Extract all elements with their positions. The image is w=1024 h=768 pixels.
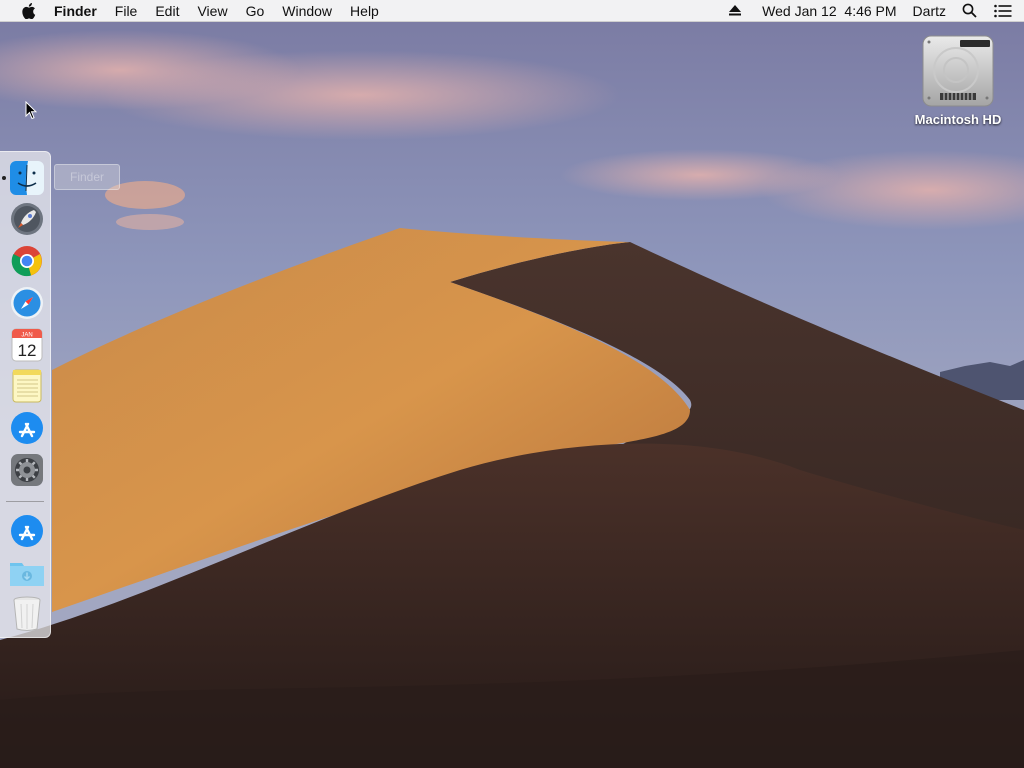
trash-icon xyxy=(13,596,41,631)
apple-menu-icon[interactable] xyxy=(18,0,40,22)
launchpad-rocket-icon xyxy=(11,203,43,235)
menu-go[interactable]: Go xyxy=(237,0,274,22)
desktop-icon-macintosh-hd[interactable]: Macintosh HD xyxy=(902,32,1014,127)
dock-app-store[interactable] xyxy=(9,410,45,446)
eject-icon[interactable] xyxy=(722,0,748,22)
finder-icon xyxy=(10,161,44,195)
menu-window[interactable]: Window xyxy=(273,0,341,22)
dock-safari[interactable] xyxy=(9,285,45,321)
dock-app-store-2[interactable] xyxy=(9,513,45,549)
dock-separator xyxy=(6,501,44,502)
menu-view[interactable]: View xyxy=(188,0,236,22)
menu-help[interactable]: Help xyxy=(341,0,388,22)
menu-app-finder[interactable]: Finder xyxy=(40,0,106,22)
dock-system-preferences[interactable] xyxy=(9,452,45,488)
dock-notes[interactable] xyxy=(9,368,45,404)
desktop-icon-label: Macintosh HD xyxy=(914,112,1002,127)
menu-user[interactable]: Dartz xyxy=(907,0,952,22)
mouse-cursor-icon xyxy=(25,100,38,125)
menu-bar: Finder File Edit View Go Window Help Wed… xyxy=(0,0,1024,22)
dock-launchpad[interactable] xyxy=(9,201,45,237)
dock: JAN 12 xyxy=(0,151,51,638)
desktop-wallpaper xyxy=(0,0,1024,768)
safari-compass-icon xyxy=(11,287,43,319)
dock-finder[interactable] xyxy=(9,160,45,196)
dock-chrome[interactable] xyxy=(9,243,45,279)
app-store-icon xyxy=(11,412,43,444)
running-indicator xyxy=(2,176,6,180)
downloads-folder-icon xyxy=(10,563,44,586)
menu-clock[interactable]: Wed Jan 12 4:46 PM xyxy=(752,0,906,22)
gear-icon xyxy=(11,454,43,486)
chrome-icon xyxy=(11,246,42,277)
menu-file[interactable]: File xyxy=(106,0,147,22)
app-store-icon xyxy=(11,515,43,547)
dock-calendar[interactable]: JAN 12 xyxy=(9,327,45,363)
dock-trash[interactable] xyxy=(9,596,45,632)
hard-drive-icon xyxy=(920,32,996,108)
notes-icon xyxy=(12,369,42,403)
dock-downloads[interactable] xyxy=(9,555,45,591)
menu-edit[interactable]: Edit xyxy=(146,0,188,22)
dock-tooltip: Finder xyxy=(54,164,120,190)
notification-center-icon[interactable] xyxy=(990,0,1016,22)
spotlight-search-icon[interactable] xyxy=(956,0,982,22)
calendar-icon: JAN 12 xyxy=(11,328,43,362)
svg-text:JAN: JAN xyxy=(21,333,32,339)
svg-text:12: 12 xyxy=(18,341,37,360)
